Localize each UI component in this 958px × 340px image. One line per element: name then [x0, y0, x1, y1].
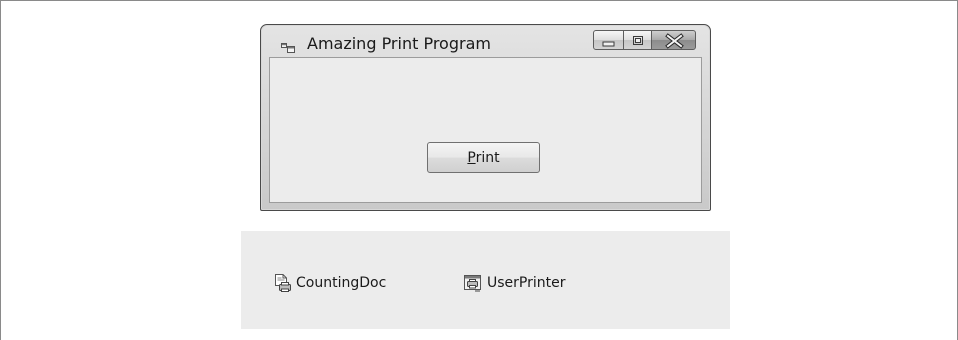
app-window-icon	[281, 38, 295, 53]
print-document-icon	[275, 274, 291, 292]
close-button[interactable]	[651, 30, 696, 50]
minimize-icon	[602, 41, 615, 47]
tray-item-label: CountingDoc	[296, 275, 387, 291]
close-icon	[665, 33, 684, 49]
tray-item-label: UserPrinter	[487, 275, 566, 291]
window-title: Amazing Print Program	[307, 34, 491, 53]
printer-dialog-icon	[464, 275, 481, 292]
component-tray: CountingDoc UserPrinter	[241, 231, 730, 329]
form-window: Amazing Print Program Print	[260, 24, 711, 211]
title-bar[interactable]: Amazing Print Program	[261, 25, 710, 57]
print-button[interactable]: Print	[427, 142, 540, 173]
maximize-icon	[633, 36, 643, 45]
print-button-access-key: P	[467, 149, 476, 166]
caption-buttons	[593, 30, 696, 52]
screenshot-frame: Amazing Print Program Print CountingDoc …	[0, 0, 958, 340]
minimize-button[interactable]	[593, 30, 624, 50]
form-client-area: Print	[269, 57, 702, 203]
maximize-button[interactable]	[623, 30, 652, 50]
tray-item-countingdoc[interactable]: CountingDoc	[272, 272, 386, 294]
print-button-label: rint	[475, 149, 500, 166]
tray-item-userprinter[interactable]: UserPrinter	[463, 272, 565, 294]
